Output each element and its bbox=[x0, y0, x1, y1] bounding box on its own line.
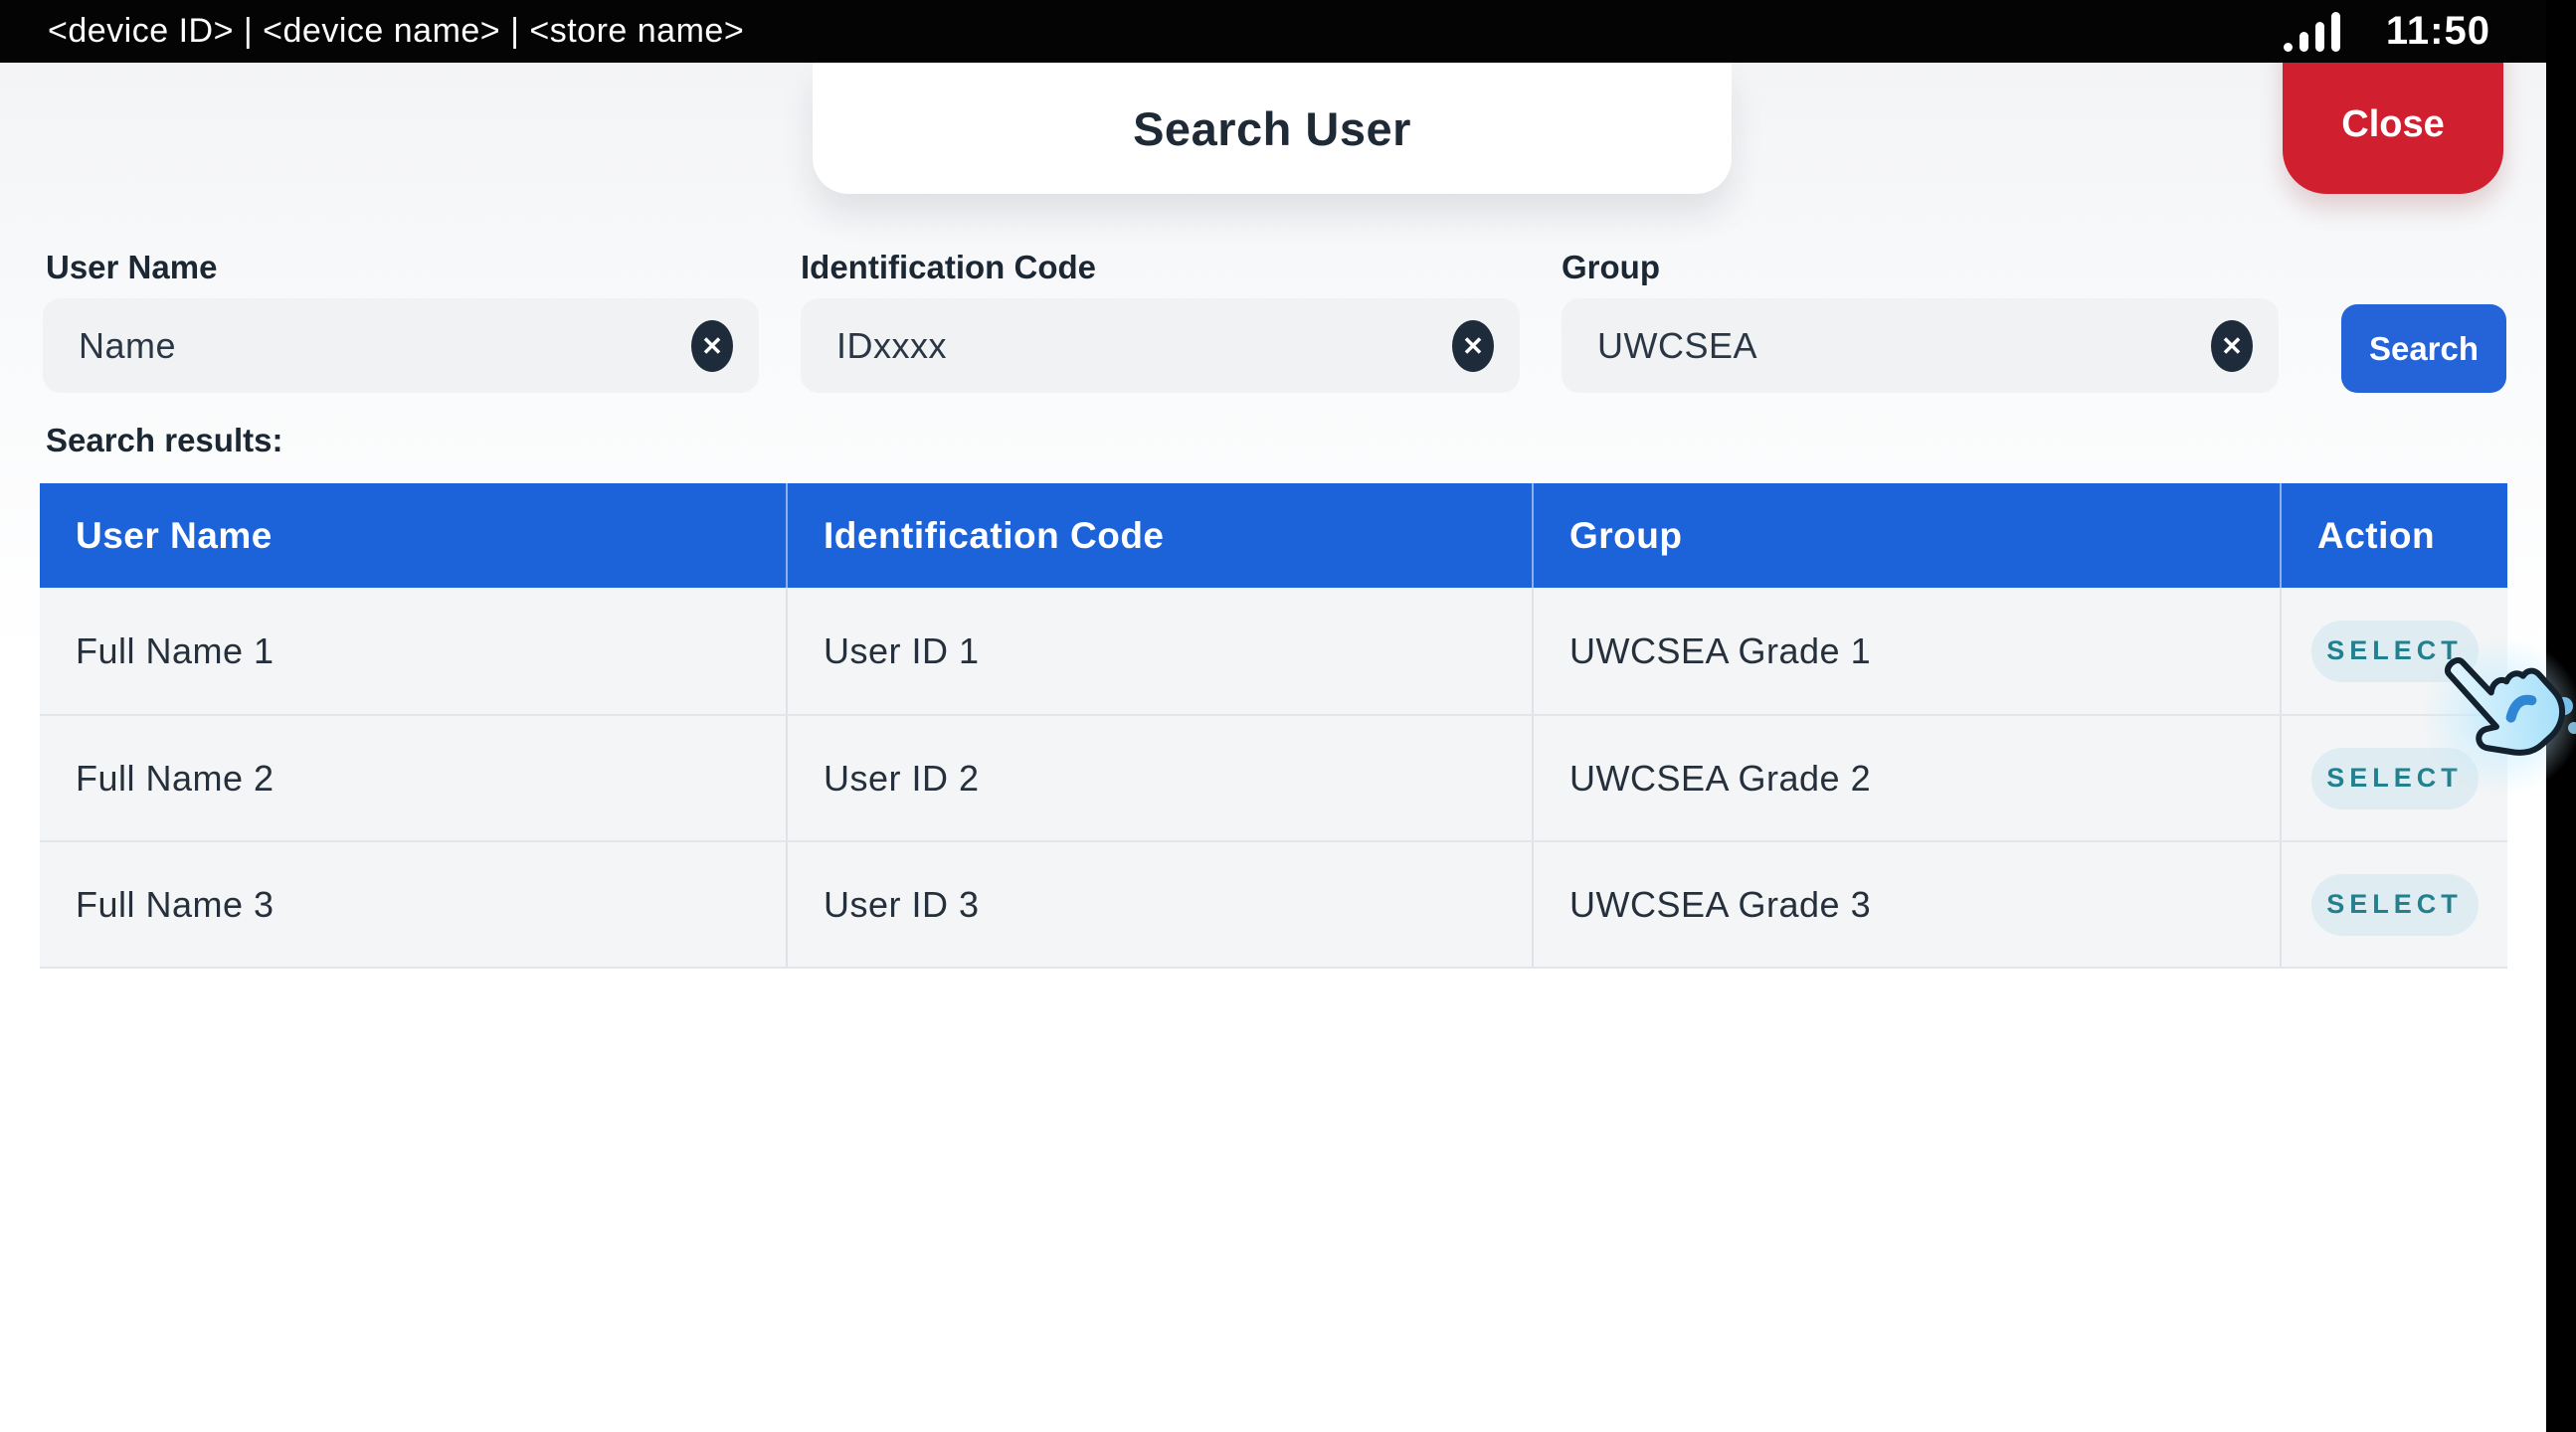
group-label: Group bbox=[1562, 249, 1660, 286]
cell-action: SELECT bbox=[2280, 842, 2507, 967]
tap-hand-cursor-icon bbox=[2415, 628, 2576, 803]
clear-user-name-icon[interactable]: ✕ bbox=[691, 320, 733, 372]
page-title: Search User bbox=[1133, 101, 1411, 156]
identification-code-input[interactable]: IDxxxx ✕ bbox=[801, 298, 1520, 393]
clock-text: 11:50 bbox=[2386, 9, 2490, 54]
cell-group: UWCSEA Grade 3 bbox=[1532, 842, 2280, 967]
column-header-group: Group bbox=[1532, 483, 2280, 588]
status-bar: <device ID> | <device name> | <store nam… bbox=[0, 0, 2576, 63]
close-button-label: Close bbox=[2341, 103, 2444, 145]
user-name-label: User Name bbox=[46, 249, 217, 286]
select-button-row-3[interactable]: SELECT bbox=[2311, 874, 2479, 936]
identification-code-label: Identification Code bbox=[801, 249, 1096, 286]
dialog-title-card: Search User bbox=[813, 63, 1732, 194]
column-header-action: Action bbox=[2280, 483, 2507, 588]
cell-identification-code: User ID 1 bbox=[786, 588, 1532, 714]
results-table: User Name Identification Code Group Acti… bbox=[40, 483, 2507, 969]
device-info-text: <device ID> | <device name> | <store nam… bbox=[48, 12, 744, 51]
table-row: Full Name 2 User ID 2 UWCSEA Grade 2 SEL… bbox=[40, 714, 2507, 840]
table-row: Full Name 3 User ID 3 UWCSEA Grade 3 SEL… bbox=[40, 840, 2507, 967]
table-header-row: User Name Identification Code Group Acti… bbox=[40, 483, 2507, 588]
clear-group-icon[interactable]: ✕ bbox=[2211, 320, 2253, 372]
identification-code-input-value: IDxxxx bbox=[836, 325, 947, 367]
screen: <device ID> | <device name> | <store nam… bbox=[0, 0, 2576, 1432]
status-right: 11:50 bbox=[2284, 9, 2490, 54]
group-input[interactable]: UWCSEA ✕ bbox=[1562, 298, 2279, 393]
table-row: Full Name 1 User ID 1 UWCSEA Grade 1 SEL… bbox=[40, 588, 2507, 714]
cell-identification-code: User ID 2 bbox=[786, 716, 1532, 840]
column-header-identification-code: Identification Code bbox=[786, 483, 1532, 588]
cell-user-name: Full Name 1 bbox=[40, 588, 786, 714]
cell-user-name: Full Name 2 bbox=[40, 716, 786, 840]
cell-group: UWCSEA Grade 1 bbox=[1532, 588, 2280, 714]
search-results-label: Search results: bbox=[46, 422, 282, 459]
signal-strength-icon bbox=[2284, 12, 2340, 52]
cell-user-name: Full Name 3 bbox=[40, 842, 786, 967]
column-header-user-name: User Name bbox=[40, 483, 786, 588]
group-input-value: UWCSEA bbox=[1597, 325, 1757, 367]
clear-identification-code-icon[interactable]: ✕ bbox=[1452, 320, 1494, 372]
cell-identification-code: User ID 3 bbox=[786, 842, 1532, 967]
user-name-input-value: Name bbox=[79, 325, 176, 367]
cell-group: UWCSEA Grade 2 bbox=[1532, 716, 2280, 840]
user-name-input[interactable]: Name ✕ bbox=[43, 298, 759, 393]
search-button[interactable]: Search bbox=[2341, 304, 2506, 393]
